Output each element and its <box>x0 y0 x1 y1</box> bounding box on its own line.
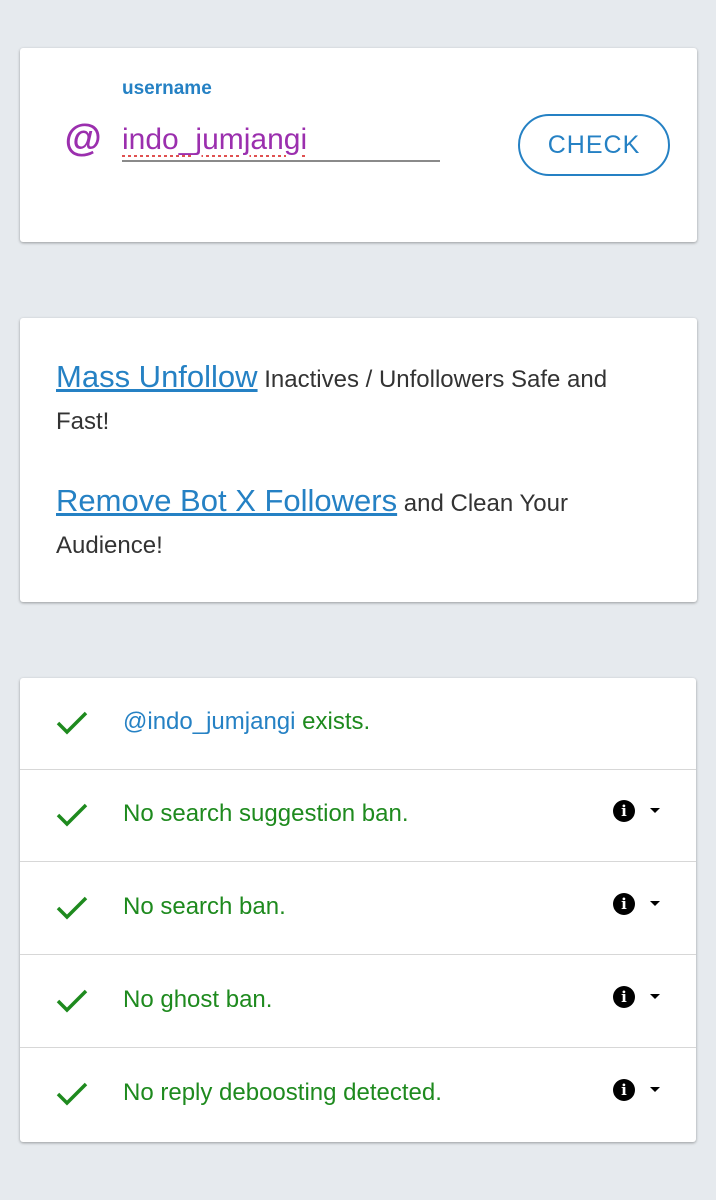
check-icon <box>56 989 88 1013</box>
result-row-search-ban[interactable]: No search ban. i <box>20 863 696 955</box>
chevron-down-icon[interactable] <box>650 808 660 813</box>
check-icon <box>56 803 88 827</box>
result-row-reply-deboosting[interactable]: No reply deboosting detected. i <box>20 1049 696 1141</box>
remove-bot-followers-link[interactable]: Remove Bot X Followers <box>56 483 397 518</box>
chevron-down-icon[interactable] <box>650 901 660 906</box>
at-icon: @ <box>64 118 102 160</box>
check-icon <box>56 711 88 735</box>
results-card: @indo_jumjangi exists. No search suggest… <box>20 678 696 1142</box>
result-row-search-suggestion-ban[interactable]: No search suggestion ban. i <box>20 770 696 862</box>
result-text: No reply deboosting detected. <box>123 1079 442 1106</box>
username-input[interactable] <box>122 120 440 162</box>
username-check-card: @ username CHECK <box>20 48 697 242</box>
info-icon[interactable]: i <box>613 1079 635 1101</box>
info-icon[interactable]: i <box>613 893 635 915</box>
check-button[interactable]: CHECK <box>518 114 670 176</box>
check-icon <box>56 1082 88 1106</box>
mass-unfollow-link[interactable]: Mass Unfollow <box>56 359 258 394</box>
promo-mass-unfollow: Mass Unfollow Inactives / Unfollowers Sa… <box>56 356 666 443</box>
chevron-down-icon[interactable] <box>650 994 660 999</box>
result-text: No search ban. <box>123 893 286 920</box>
result-text: No search suggestion ban. <box>123 800 409 827</box>
result-text: No ghost ban. <box>123 986 273 1013</box>
result-row-exists: @indo_jumjangi exists. <box>20 678 696 770</box>
exists-suffix: exists. <box>295 708 371 735</box>
check-icon <box>56 896 88 920</box>
promo-card: Mass Unfollow Inactives / Unfollowers Sa… <box>20 318 697 602</box>
account-handle: @indo_jumjangi <box>123 708 296 735</box>
info-icon[interactable]: i <box>613 986 635 1008</box>
chevron-down-icon[interactable] <box>650 1087 660 1092</box>
promo-remove-bots: Remove Bot X Followers and Clean Your Au… <box>56 480 666 567</box>
result-text: @indo_jumjangi exists. <box>123 708 370 736</box>
username-label: username <box>122 78 212 99</box>
result-row-ghost-ban[interactable]: No ghost ban. i <box>20 956 696 1048</box>
info-icon[interactable]: i <box>613 800 635 822</box>
